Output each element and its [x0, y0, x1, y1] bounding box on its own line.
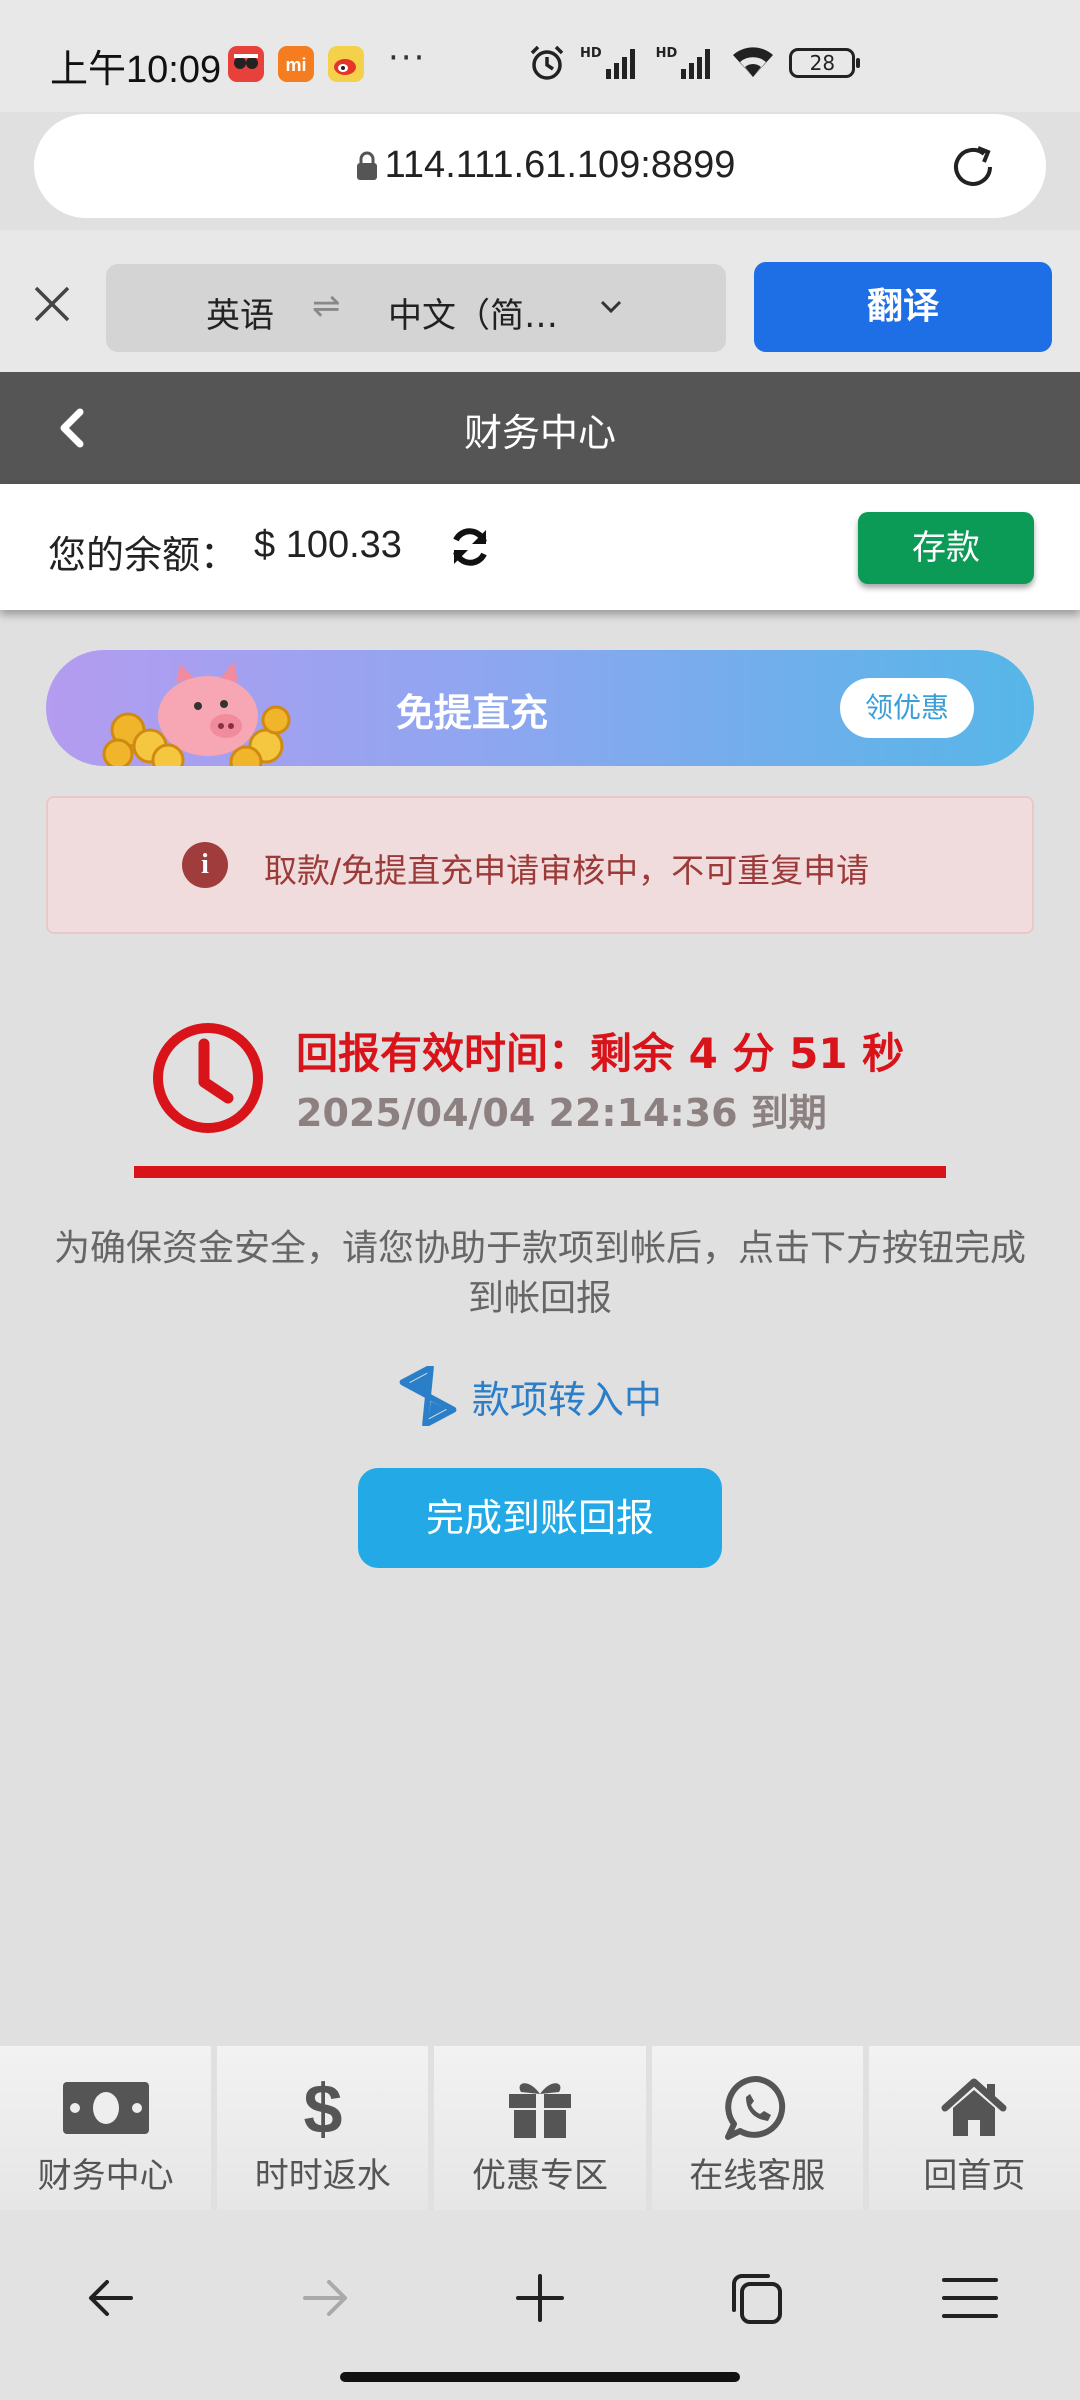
close-icon[interactable] — [28, 280, 76, 328]
alarm-icon — [530, 45, 564, 80]
balance-label: 您的余额： — [48, 533, 239, 577]
gift-icon — [509, 2083, 571, 2138]
refresh-balance-icon[interactable] — [448, 526, 492, 568]
more-notifications-icon: ··· — [388, 38, 427, 78]
whatsapp-icon — [725, 2075, 786, 2140]
home-icon — [941, 2078, 1007, 2136]
info-icon: i — [182, 842, 228, 888]
translate-bar: 英语 ⇌ 中文（简… 翻译 — [0, 230, 1080, 372]
xiaomi-icon: mi — [278, 46, 314, 82]
pending-request-alert: i 取款/免提直充申请审核中，不可重复申请 — [46, 796, 1034, 934]
menu-button[interactable] — [934, 2262, 1006, 2334]
transfer-status: 款项转入中 — [398, 1366, 662, 1426]
plus-icon — [516, 2274, 564, 2322]
weibo-icon — [328, 46, 364, 82]
tabs-icon — [732, 2274, 782, 2324]
claim-offer-button[interactable]: 领优惠 — [840, 678, 974, 738]
piggy-bank-icon — [102, 662, 291, 766]
alert-text: 取款/免提直充申请审核中，不可重复申请 — [264, 851, 870, 890]
home-indicator[interactable] — [340, 2372, 740, 2382]
hourglass-icon — [399, 1366, 457, 1426]
reload-icon[interactable] — [946, 140, 1000, 194]
signal-icon — [605, 49, 635, 79]
report-received-button[interactable]: 完成到账回报 — [358, 1468, 722, 1568]
source-language[interactable]: 英语 — [206, 288, 274, 337]
page-header: 财务中心 — [0, 372, 1080, 484]
countdown-remaining: 回报有效时间：剩余 4 分 51 秒 — [296, 1029, 905, 1078]
language-selector[interactable]: 英语 ⇌ 中文（简… — [106, 264, 726, 352]
countdown-divider — [134, 1166, 946, 1178]
nav-item-promotions[interactable]: 优惠专区 — [434, 2046, 646, 2210]
bottom-nav: 财务中心 $ 时时返水 优惠专区 在线客服 回首页 — [0, 2046, 1080, 2210]
hamburger-menu-icon — [942, 2278, 998, 2318]
browser-forward-button[interactable] — [290, 2262, 362, 2334]
hd-badge: HD — [580, 45, 602, 61]
status-indicators: HD HD 28 — [528, 40, 861, 86]
translate-button[interactable]: 翻译 — [754, 262, 1052, 352]
balance-amount: $ 100.33 — [254, 524, 402, 566]
nav-label-home: 回首页 — [923, 2156, 1026, 2196]
svg-text:$: $ — [303, 2073, 342, 2143]
transfer-status-text: 款项转入中 — [472, 1377, 663, 1422]
balance-row: 您的余额： $ 100.33 存款 — [0, 484, 1080, 610]
target-language[interactable]: 中文（简… — [388, 288, 558, 337]
nav-label-support: 在线客服 — [689, 2156, 826, 2196]
money-icon — [62, 2082, 149, 2134]
chevron-down-icon[interactable] — [596, 292, 626, 322]
countdown-expiry: 2025/04/04 22:14:36 到期 — [296, 1091, 827, 1135]
clock-icon — [153, 1023, 263, 1133]
battery-icon: 28 — [789, 48, 861, 78]
nav-label-finance: 财务中心 — [37, 2156, 174, 2196]
nav-item-support[interactable]: 在线客服 — [651, 2046, 863, 2210]
promo-banner[interactable]: 免提直充 领优惠 — [46, 650, 1034, 766]
nav-label-promotions: 优惠专区 — [472, 2156, 608, 2196]
url-text[interactable]: 114.111.61.109:8899 — [34, 144, 1046, 187]
svg-text:mi: mi — [285, 55, 306, 75]
status-time: 上午10:09 — [50, 49, 222, 91]
wifi-icon — [733, 47, 774, 77]
browser-back-button[interactable] — [74, 2262, 146, 2334]
notification-app-icon — [228, 46, 264, 82]
page-title: 财务中心 — [463, 411, 616, 455]
nav-item-rebate[interactable]: $ 时时返水 — [217, 2046, 429, 2210]
dollar-icon: $ — [303, 2073, 342, 2143]
signal-icon-2 — [681, 49, 711, 79]
nav-label-rebate: 时时返水 — [254, 2156, 391, 2196]
notice-text: 为确保资金安全，请您协助于款项到帐后，点击下方按钮完成到帐回报 — [53, 1228, 1026, 1319]
arrow-right-icon — [303, 2280, 347, 2316]
arrow-left-icon — [89, 2280, 133, 2316]
deposit-button[interactable]: 存款 — [858, 512, 1034, 584]
address-bar[interactable]: 114.111.61.109:8899 — [34, 114, 1046, 218]
nav-item-home[interactable]: 回首页 — [868, 2046, 1080, 2210]
status-bar: 上午10:09 mi ··· HD HD 28 — [0, 0, 1080, 112]
swap-languages-icon[interactable]: ⇌ — [312, 286, 341, 326]
tabs-button[interactable] — [720, 2262, 792, 2334]
hd-badge-2: HD — [655, 45, 678, 61]
nav-item-finance[interactable]: 财务中心 — [0, 2046, 212, 2210]
promo-title: 免提直充 — [396, 691, 549, 735]
new-tab-button[interactable] — [504, 2262, 576, 2334]
